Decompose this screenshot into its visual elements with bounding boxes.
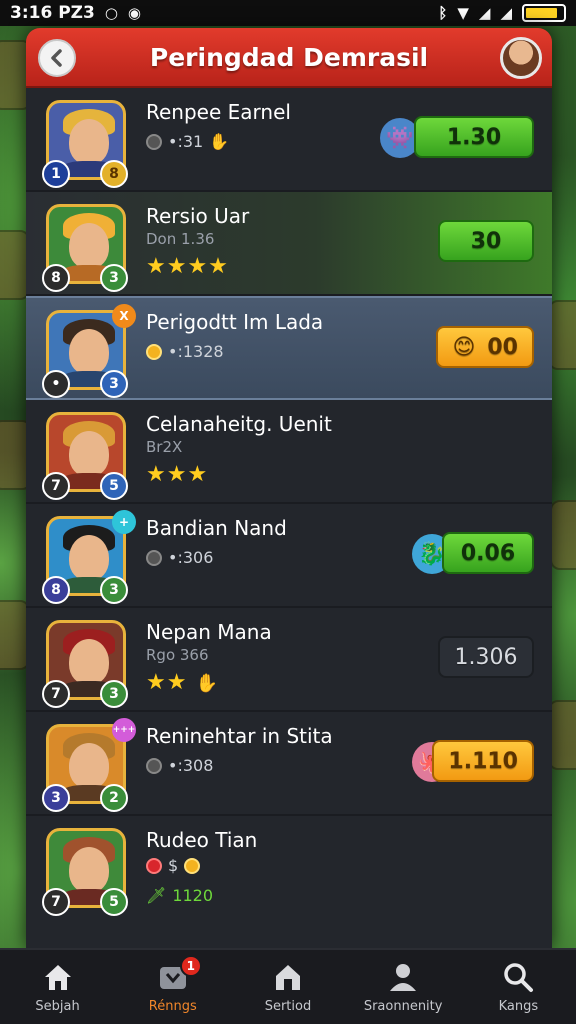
player-stat: •:1328 bbox=[146, 342, 224, 361]
player-name: Bandian Nand bbox=[146, 516, 287, 540]
bottom-navigation: Sebjah 1 Rénngs Sertiod Sraonnenity Kang… bbox=[0, 948, 576, 1024]
signal-icon: ◢ bbox=[478, 4, 491, 22]
background-tile bbox=[548, 700, 576, 770]
sword-icon: 🗡 bbox=[146, 886, 167, 905]
back-button[interactable] bbox=[38, 39, 76, 77]
level-badge: • bbox=[42, 370, 70, 398]
player-substat: Don 1.36 bbox=[146, 230, 215, 248]
player-stat: $ bbox=[146, 856, 201, 875]
nav-item-rennngs[interactable]: 1 Rénngs bbox=[118, 954, 228, 1014]
list-item[interactable]: 7 5 Celanaheitg. Uenit Br2X ★★★ bbox=[26, 400, 552, 504]
corner-badge: X bbox=[112, 304, 136, 328]
corner-badge: +++ bbox=[112, 718, 136, 742]
smiley-coin-icon: 😊 bbox=[452, 334, 476, 360]
price-button[interactable]: 30 bbox=[438, 220, 534, 262]
player-name: Nepan Mana bbox=[146, 620, 272, 644]
nav-item-kangs[interactable]: Kangs bbox=[463, 961, 573, 1014]
coin-icon bbox=[146, 343, 162, 360]
nav-item-sertiod[interactable]: Sertiod bbox=[233, 961, 343, 1014]
level-badge: 1 bbox=[42, 160, 70, 188]
house-icon bbox=[271, 961, 305, 993]
profile-avatar-button[interactable] bbox=[500, 37, 542, 79]
list-item[interactable]: 7 3 Nepan Mana Rgo 366 ★★ ✋ 1.306 bbox=[26, 608, 552, 712]
player-substat: Rgo 366 bbox=[146, 646, 209, 664]
player-stat-secondary: 🗡 1120 bbox=[146, 886, 214, 905]
list-item[interactable]: +++ 3 2 Reninehtar in Stita •:308 🐙 1.11… bbox=[26, 712, 552, 816]
nav-label: Sertiod bbox=[264, 998, 312, 1014]
status-bar: 3:16 PZ3 ○ ◉ ᛒ ▼ ◢ ◢ bbox=[0, 0, 576, 26]
coin-icon bbox=[146, 549, 162, 566]
rank-badge: 5 bbox=[100, 472, 128, 500]
person-icon bbox=[386, 961, 420, 993]
level-badge: 7 bbox=[42, 680, 70, 708]
gem-icon bbox=[146, 857, 162, 874]
level-badge: 7 bbox=[42, 888, 70, 916]
star-rating: ★★★★ bbox=[146, 254, 229, 279]
battery-icon bbox=[522, 4, 566, 22]
coin-icon bbox=[146, 133, 162, 150]
level-badge: 7 bbox=[42, 472, 70, 500]
rank-badge: 3 bbox=[100, 680, 128, 708]
nav-item-sraonnenity[interactable]: Sraonnenity bbox=[348, 961, 458, 1014]
price-button[interactable]: 1.110 bbox=[432, 740, 534, 782]
status-time: 3:16 PZ3 bbox=[10, 3, 95, 23]
signal-icon: ◢ bbox=[500, 4, 512, 22]
price-button[interactable]: 0.06 bbox=[442, 532, 534, 574]
player-stat: •:31 ✋ bbox=[146, 132, 229, 151]
search-icon bbox=[501, 961, 535, 993]
corner-badge: + bbox=[112, 510, 136, 534]
rank-badge: 3 bbox=[100, 370, 128, 398]
list-item[interactable]: 7 5 Rudeo Tian $ 🗡 1120 bbox=[26, 816, 552, 944]
player-name: Perigodtt Im Lada bbox=[146, 310, 324, 334]
page-title: Peringdad Demrasil bbox=[149, 42, 429, 72]
star-rating: ★★ ✋ bbox=[146, 670, 219, 695]
level-badge: 8 bbox=[42, 576, 70, 604]
player-name: Celanaheitg. Uenit bbox=[146, 412, 332, 436]
background-tile bbox=[550, 500, 576, 570]
nav-item-sebjah[interactable]: Sebjah bbox=[3, 961, 113, 1014]
player-stat: •:308 bbox=[146, 756, 213, 775]
bluetooth-icon: ᛒ bbox=[438, 4, 448, 22]
background-tile bbox=[548, 300, 576, 370]
notification-badge: 1 bbox=[179, 954, 202, 977]
chevron-left-icon bbox=[51, 49, 62, 67]
price-button[interactable]: 1.30 bbox=[414, 116, 534, 158]
rank-badge: 2 bbox=[100, 784, 128, 812]
wifi-icon: ▼ bbox=[457, 4, 469, 22]
level-badge: 8 bbox=[42, 264, 70, 292]
player-name: Rersio Uar bbox=[146, 204, 250, 228]
leaderboard-panel: Peringdad Demrasil 1 8 Renpee Earnel •:3… bbox=[26, 28, 552, 948]
hand-icon: ✋ bbox=[195, 673, 219, 694]
nav-label: Sebjah bbox=[35, 998, 80, 1014]
circle-icon: ○ bbox=[104, 4, 118, 22]
coin-icon bbox=[184, 857, 201, 874]
list-item[interactable]: 8 3 Rersio Uar Don 1.36 ★★★★ 30 bbox=[26, 192, 552, 296]
nav-label: Sraonnenity bbox=[363, 998, 443, 1014]
notification-icon: ◉ bbox=[127, 4, 142, 22]
level-badge: 3 bbox=[42, 784, 70, 812]
player-name: Reninehtar in Stita bbox=[146, 724, 333, 748]
nav-label: Rénngs bbox=[148, 998, 197, 1014]
player-substat: Br2X bbox=[146, 438, 183, 456]
star-rating: ★★★ bbox=[146, 462, 209, 487]
player-stat: •:306 bbox=[146, 548, 213, 567]
rank-badge: 8 bbox=[100, 160, 128, 188]
list-item[interactable]: 1 8 Renpee Earnel •:31 ✋ 👾 1.30 bbox=[26, 88, 552, 192]
rank-badge: 3 bbox=[100, 264, 128, 292]
nav-label: Kangs bbox=[498, 998, 539, 1014]
player-list: 1 8 Renpee Earnel •:31 ✋ 👾 1.30 8 3 Rers… bbox=[26, 88, 552, 944]
player-name: Rudeo Tian bbox=[146, 828, 258, 852]
list-item-selected[interactable]: X • 3 Perigodtt Im Lada •:1328 😊 00 bbox=[26, 296, 552, 400]
price-button[interactable]: 😊 00 bbox=[436, 326, 534, 368]
home-icon bbox=[41, 961, 75, 993]
list-item[interactable]: + 8 3 Bandian Nand •:306 🐉 0.06 bbox=[26, 504, 552, 608]
player-name: Renpee Earnel bbox=[146, 100, 291, 124]
panel-header: Peringdad Demrasil bbox=[26, 28, 552, 88]
rank-badge: 5 bbox=[100, 888, 128, 916]
hand-icon: ✋ bbox=[209, 132, 230, 151]
rank-badge: 3 bbox=[100, 576, 128, 604]
coin-icon bbox=[146, 757, 162, 774]
price-button[interactable]: 1.306 bbox=[438, 636, 534, 678]
